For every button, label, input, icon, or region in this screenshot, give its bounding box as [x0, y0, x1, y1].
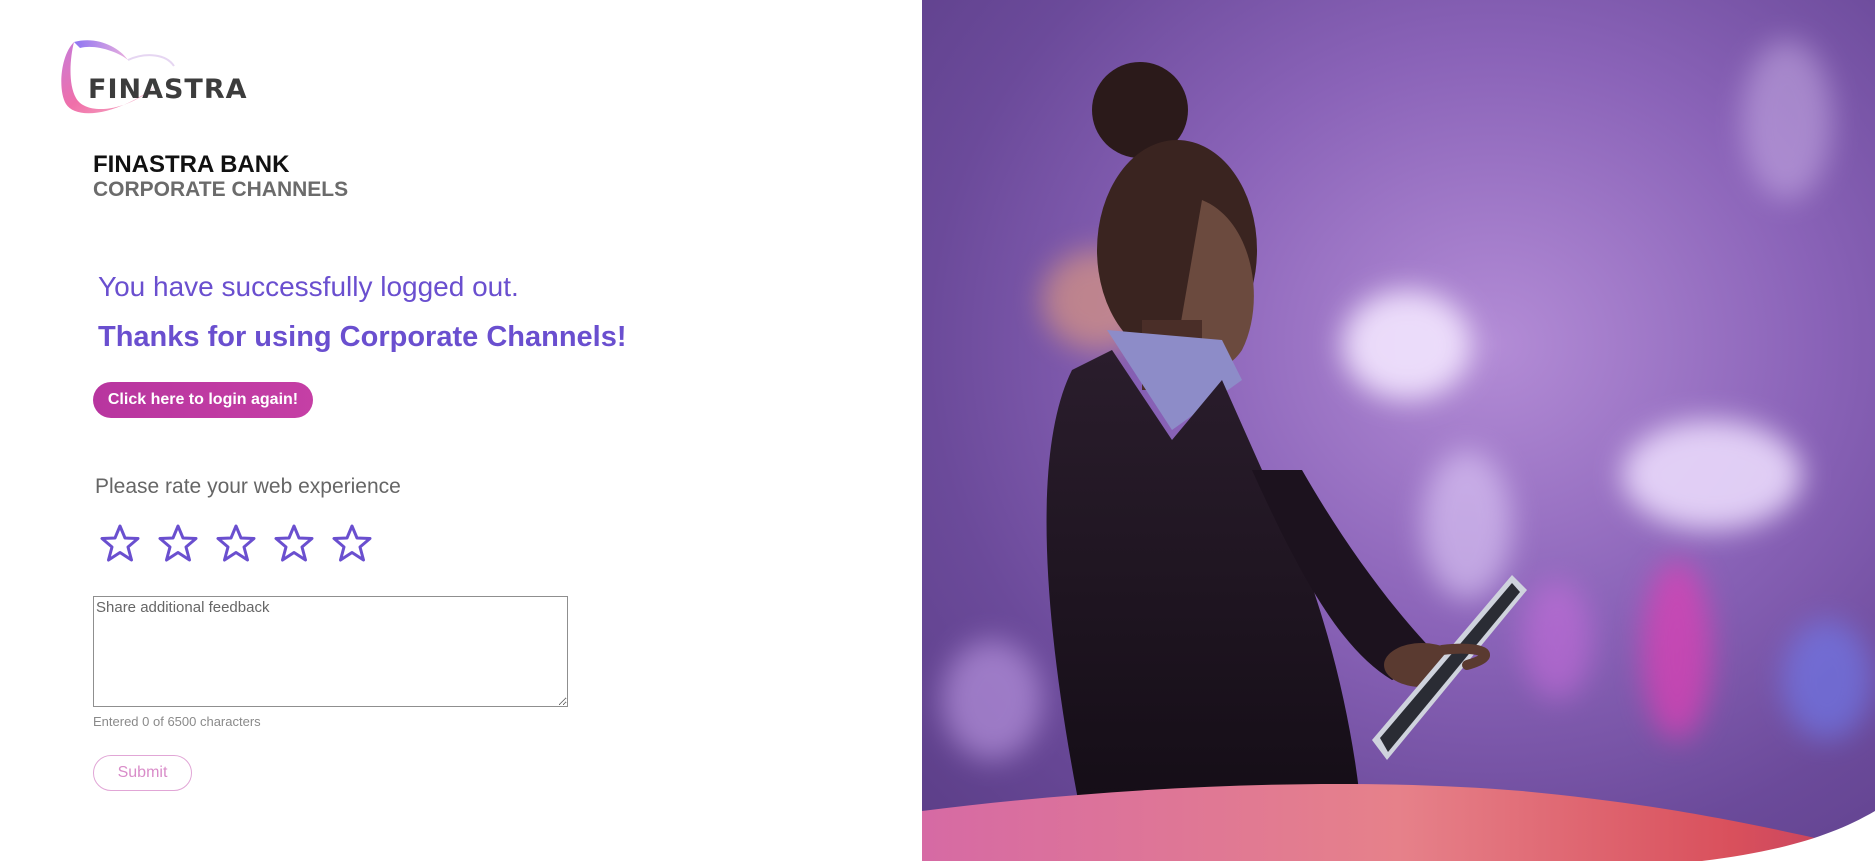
- star-icon[interactable]: [100, 523, 140, 563]
- thanks-message: Thanks for using Corporate Channels!: [98, 321, 627, 353]
- bank-subtitle: CORPORATE CHANNELS: [93, 178, 349, 201]
- star-icon[interactable]: [158, 523, 198, 563]
- finastra-logo: FINASTRA: [56, 36, 256, 132]
- logout-message: You have successfully logged out.: [98, 271, 519, 302]
- feedback-textarea[interactable]: [93, 596, 568, 707]
- decorative-wave: [922, 783, 1875, 861]
- login-again-button[interactable]: Click here to login again!: [93, 382, 313, 418]
- hero-image: [922, 0, 1875, 861]
- rating-label: Please rate your web experience: [95, 475, 401, 498]
- star-rating: [100, 523, 372, 563]
- logo-wordmark: FINASTRA: [88, 74, 248, 105]
- star-icon[interactable]: [216, 523, 256, 563]
- star-icon[interactable]: [332, 523, 372, 563]
- character-count: Entered 0 of 6500 characters: [93, 714, 261, 729]
- bank-name: FINASTRA BANK: [93, 151, 290, 178]
- logout-page: FINASTRA FINASTRA BANK CORPORATE CHANNEL…: [0, 0, 1875, 861]
- star-icon[interactable]: [274, 523, 314, 563]
- submit-button[interactable]: Submit: [93, 755, 192, 791]
- businesswoman-illustration: [1046, 62, 1527, 820]
- left-panel: FINASTRA FINASTRA BANK CORPORATE CHANNEL…: [0, 0, 922, 861]
